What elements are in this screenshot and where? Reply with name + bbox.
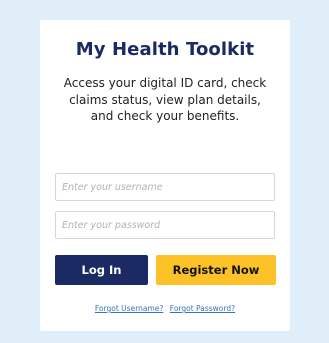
description-text: Access your digital ID card, check claim… bbox=[63, 76, 267, 123]
forgot-username-link[interactable]: Forgot Username? bbox=[95, 304, 163, 313]
password-input[interactable] bbox=[55, 211, 275, 239]
register-button[interactable]: Register Now bbox=[156, 255, 276, 285]
forgot-password-link[interactable]: Forgot Password? bbox=[170, 304, 235, 313]
login-card: My Health Toolkit Access your digital ID… bbox=[40, 20, 290, 331]
help-links: Forgot Username? Forgot Password? bbox=[40, 304, 290, 313]
page-title: My Health Toolkit bbox=[75, 39, 255, 60]
username-input[interactable] bbox=[55, 173, 275, 201]
login-button[interactable]: Log In bbox=[55, 255, 148, 285]
